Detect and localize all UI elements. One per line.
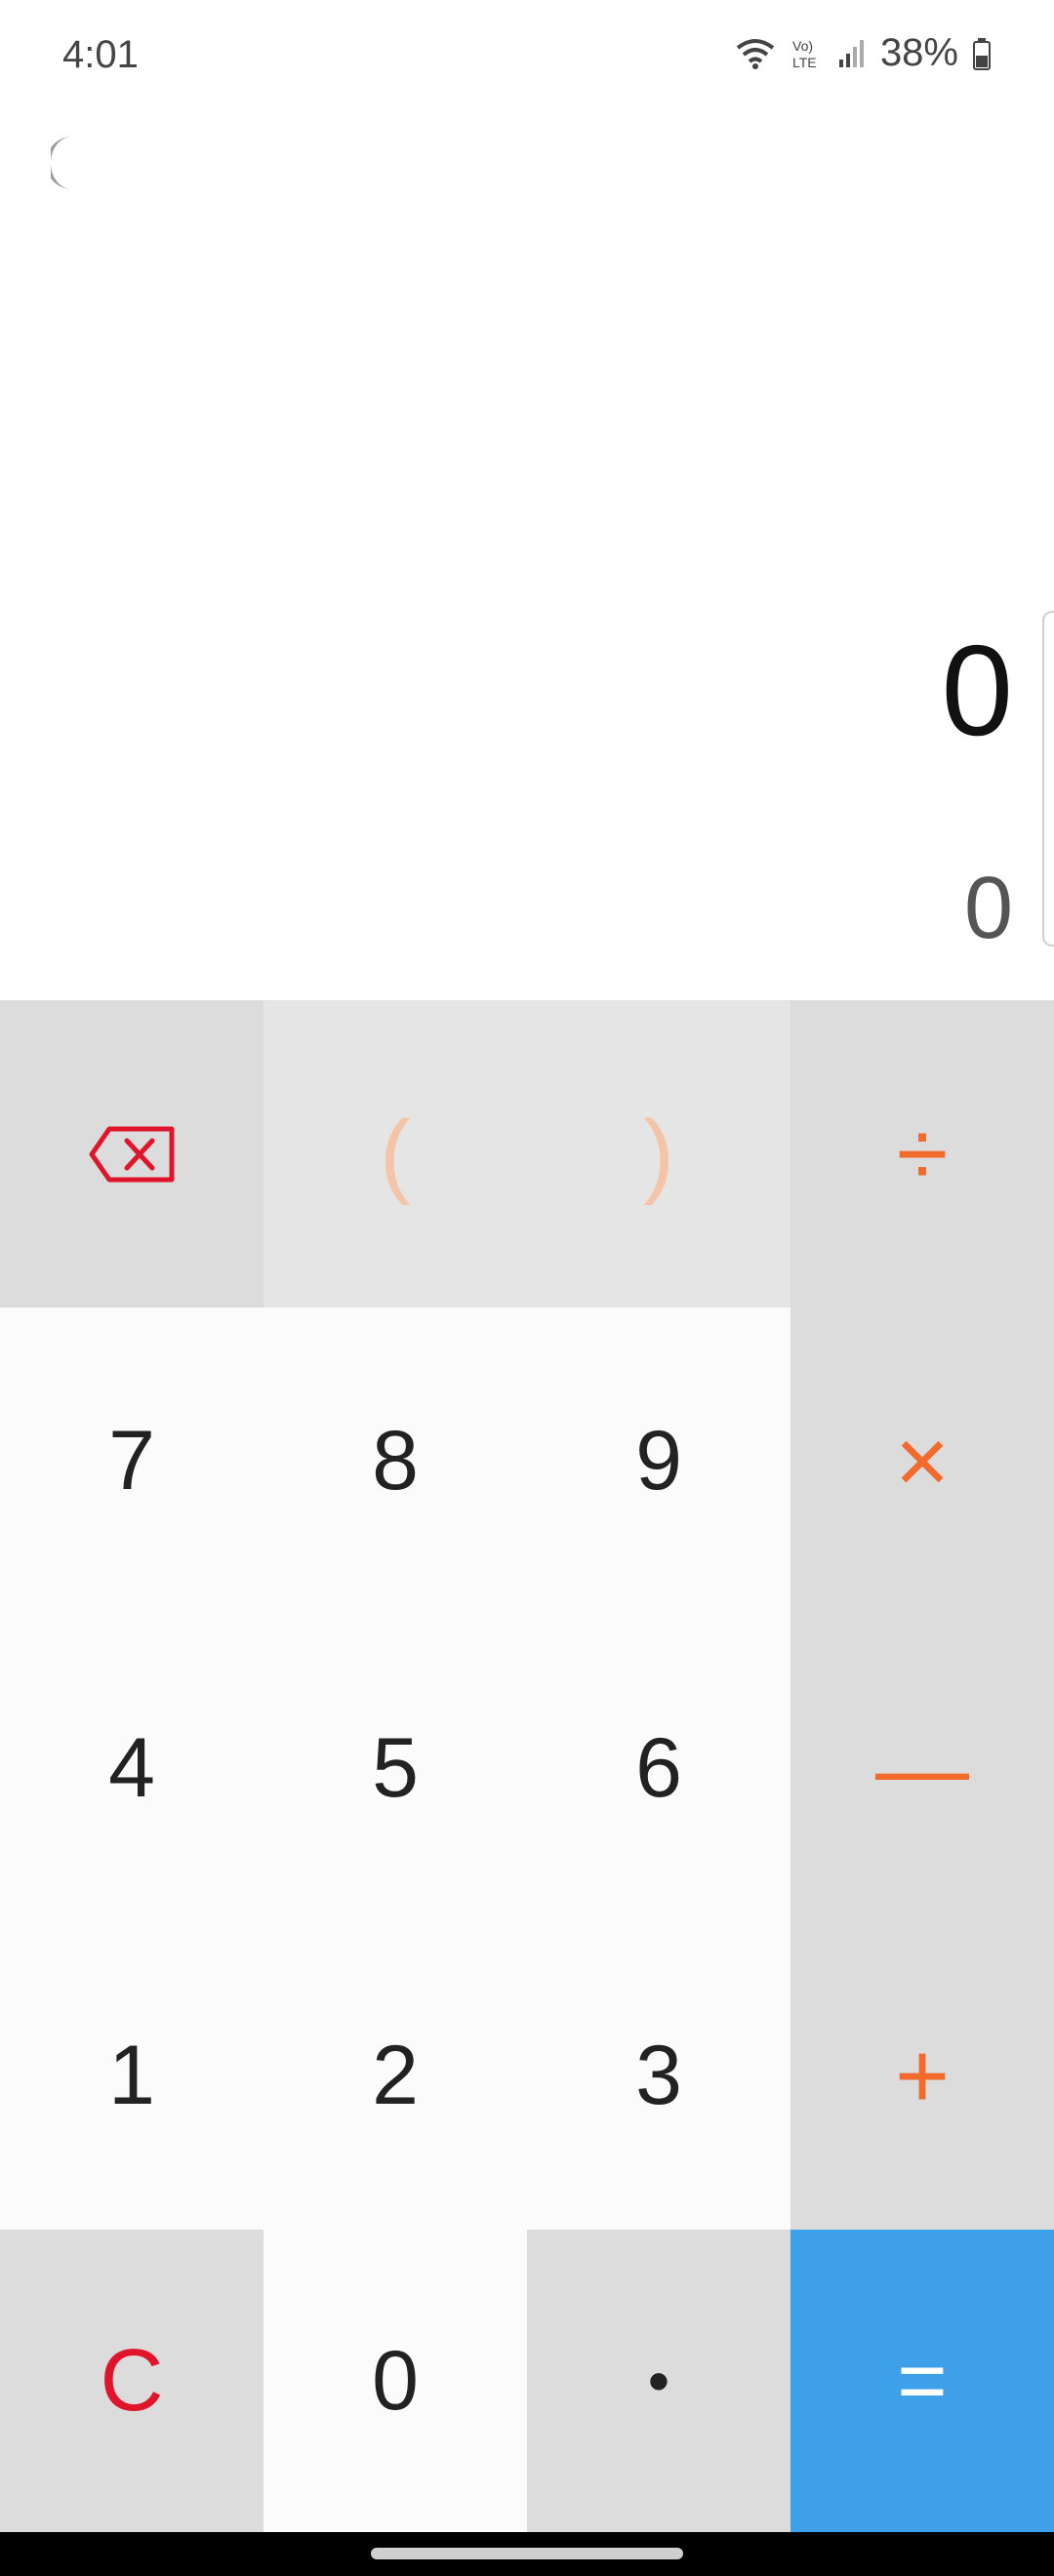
digit-4-button[interactable]: 4 <box>0 1615 264 1922</box>
digit-0-button[interactable]: 0 <box>264 2230 527 2532</box>
home-gesture-handle[interactable] <box>371 2548 683 2559</box>
digit-5-button[interactable]: 5 <box>264 1615 527 1922</box>
digit-7-button[interactable]: 7 <box>0 1308 264 1615</box>
svg-text:LTE: LTE <box>792 55 817 70</box>
digit-2-button[interactable]: 2 <box>264 1922 527 2230</box>
keypad: ( ) ÷ 7 8 9 × 4 5 6 — 1 2 3 + C 0 • = <box>0 1000 1054 2532</box>
battery-percent: 38% <box>879 31 958 74</box>
status-icons: Vo) LTE 38% <box>734 31 992 75</box>
status-time: 4:01 <box>62 33 139 76</box>
volte-icon: Vo) LTE <box>792 38 817 70</box>
status-bar: 4:01 Vo) LTE 38% <box>0 0 1054 117</box>
backspace-icon <box>89 1126 175 1182</box>
history-drawer-handle[interactable] <box>1042 611 1054 946</box>
expression-text: 0 <box>941 619 1013 762</box>
digit-3-button[interactable]: 3 <box>527 1922 790 2230</box>
minus-button[interactable]: — <box>790 1615 1054 1922</box>
digit-6-button[interactable]: 6 <box>527 1615 790 1922</box>
result-preview: 0 <box>963 860 1013 957</box>
multiply-button[interactable]: × <box>790 1308 1054 1615</box>
digit-8-button[interactable]: 8 <box>264 1308 527 1615</box>
clear-button[interactable]: C <box>0 2230 264 2532</box>
open-parenthesis-button[interactable]: ( <box>264 1000 527 1308</box>
digit-1-button[interactable]: 1 <box>0 1922 264 2230</box>
battery-icon <box>973 37 991 70</box>
calculator-display: 0 0 <box>0 117 1054 1000</box>
navigation-bar <box>0 2532 1054 2576</box>
close-parenthesis-button[interactable]: ) <box>527 1000 790 1308</box>
plus-button[interactable]: + <box>790 1922 1054 2230</box>
backspace-button[interactable] <box>0 1000 264 1308</box>
wifi-icon <box>736 38 775 69</box>
svg-text:Vo): Vo) <box>792 38 813 54</box>
divide-button[interactable]: ÷ <box>790 1000 1054 1308</box>
decimal-point-button[interactable]: • <box>527 2230 790 2532</box>
digit-9-button[interactable]: 9 <box>527 1308 790 1615</box>
equals-button[interactable]: = <box>790 2230 1054 2532</box>
signal-icon <box>838 39 864 67</box>
